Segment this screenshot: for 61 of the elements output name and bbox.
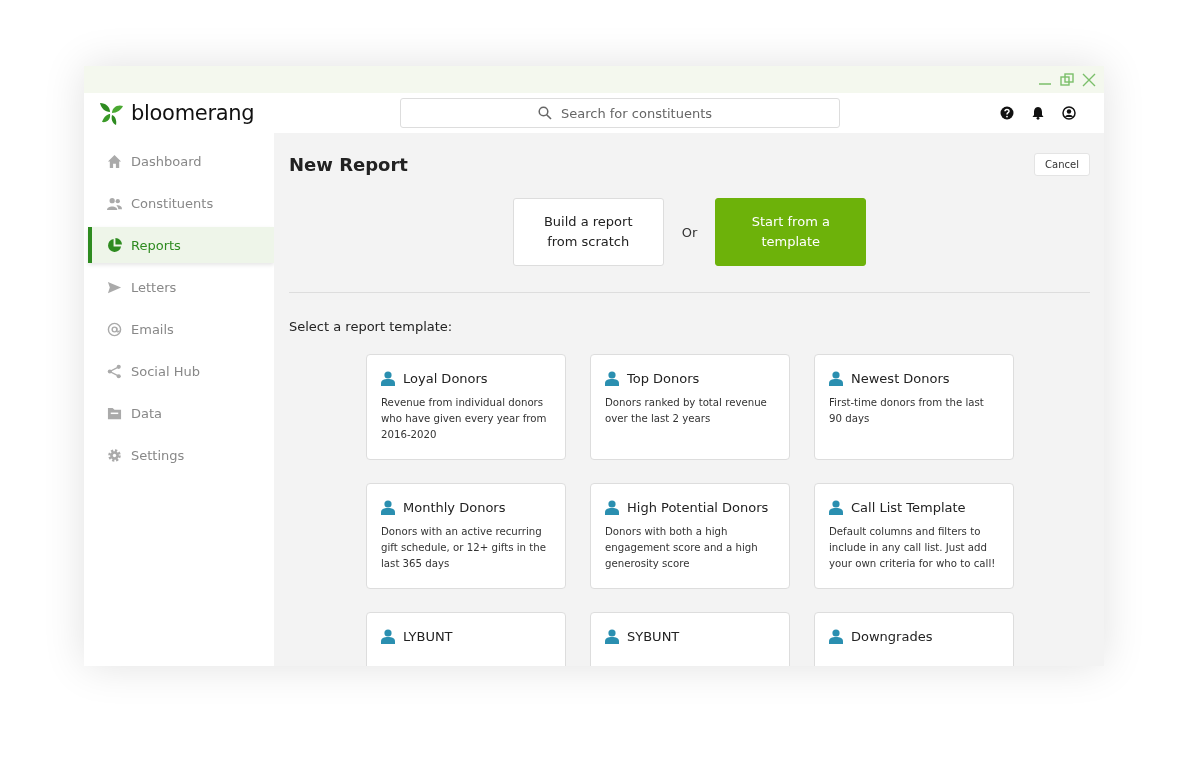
sidebar-item[interactable]: Dashboard <box>88 143 274 179</box>
at-icon <box>107 321 122 337</box>
card-title: LYBUNT <box>403 629 453 644</box>
card-description: Revenue from individual donors who have given every year from 2016-2020 <box>381 396 548 442</box>
template-card[interactable]: Call List Template Default columns and filters to include in any call list. Just add your own criteria for who to call! <box>814 483 1014 589</box>
template-card[interactable]: SYBUNT <box>590 612 790 666</box>
template-card[interactable]: High Potential Donors Donors with both a high engagement score and a high generosity score <box>590 483 790 589</box>
card-title: Top Donors <box>627 371 700 386</box>
send-icon <box>107 279 122 295</box>
card-title: Call List Template <box>851 500 966 515</box>
help-icon[interactable] <box>1000 106 1014 120</box>
card-title: Loyal Donors <box>403 371 488 386</box>
person-icon <box>381 629 395 644</box>
person-icon <box>829 371 843 386</box>
template-card[interactable]: Newest Donors First-time donors from the last 90 days <box>814 354 1014 460</box>
card-title: Newest Donors <box>851 371 950 386</box>
template-card[interactable]: LYBUNT <box>366 612 566 666</box>
share-icon <box>107 363 122 379</box>
or-text: Or <box>681 224 698 240</box>
card-description: First-time donors from the last 90 days <box>829 396 985 426</box>
card-description: Donors with an active recurring gift schedule, or 12+ gifts in the last 365 days <box>381 525 547 571</box>
account-icon[interactable] <box>1062 106 1076 120</box>
person-icon <box>605 371 619 386</box>
logo-text: bloomerang <box>131 101 255 125</box>
person-icon <box>829 629 843 644</box>
template-card[interactable]: Loyal Donors Revenue from individual donors who have given every year from 2016-2020 <box>366 354 566 460</box>
home-icon <box>107 153 122 169</box>
card-description: Default columns and filters to include in any call list. Just add your own criteria for who to call! <box>829 525 997 571</box>
person-icon <box>605 500 619 515</box>
card-description: Donors ranked by total revenue over the last 2 years <box>605 396 768 426</box>
page-title: New Report <box>289 154 408 175</box>
search-field[interactable]: Search for constituents <box>400 98 840 128</box>
gear-icon <box>107 447 122 463</box>
folder-icon <box>107 405 122 421</box>
search-icon <box>538 106 552 120</box>
person-icon <box>605 629 619 644</box>
sidebar-item[interactable]: Settings <box>88 437 274 473</box>
template-card[interactable]: Monthly Donors Donors with an active recurring gift schedule, or 12+ gifts in the last 365 days <box>366 483 566 589</box>
card-title: SYBUNT <box>627 629 680 644</box>
bell-icon[interactable] <box>1031 106 1045 120</box>
pie-icon <box>107 237 122 253</box>
sidebar-item[interactable]: Reports <box>88 227 274 263</box>
card-title: High Potential Donors <box>627 500 769 515</box>
card-title: Monthly Donors <box>403 500 506 515</box>
report-mode-button[interactable]: Build a report from scratch <box>512 198 664 266</box>
sidebar-item[interactable]: Emails <box>88 311 274 347</box>
logo-icon <box>98 100 124 126</box>
sidebar-item[interactable]: Letters <box>88 269 274 305</box>
card-description: Donors with both a high engagement score and a high generosity score <box>605 525 759 571</box>
person-icon <box>829 500 843 515</box>
template-prompt: Select a report template: <box>289 319 454 334</box>
sidebar-item[interactable]: Constituents <box>88 185 274 221</box>
sidebar-item[interactable]: Data <box>88 395 274 431</box>
card-title: Downgrades <box>851 629 933 644</box>
template-card[interactable]: Top Donors Donors ranked by total revenue over the last 2 years <box>590 354 790 460</box>
person-icon <box>381 500 395 515</box>
cancel-button[interactable]: Cancel <box>1034 153 1090 176</box>
template-card[interactable]: Downgrades <box>814 612 1014 666</box>
sidebar-item[interactable]: Social Hub <box>88 353 274 389</box>
people-icon <box>107 195 122 211</box>
person-icon <box>381 371 395 386</box>
